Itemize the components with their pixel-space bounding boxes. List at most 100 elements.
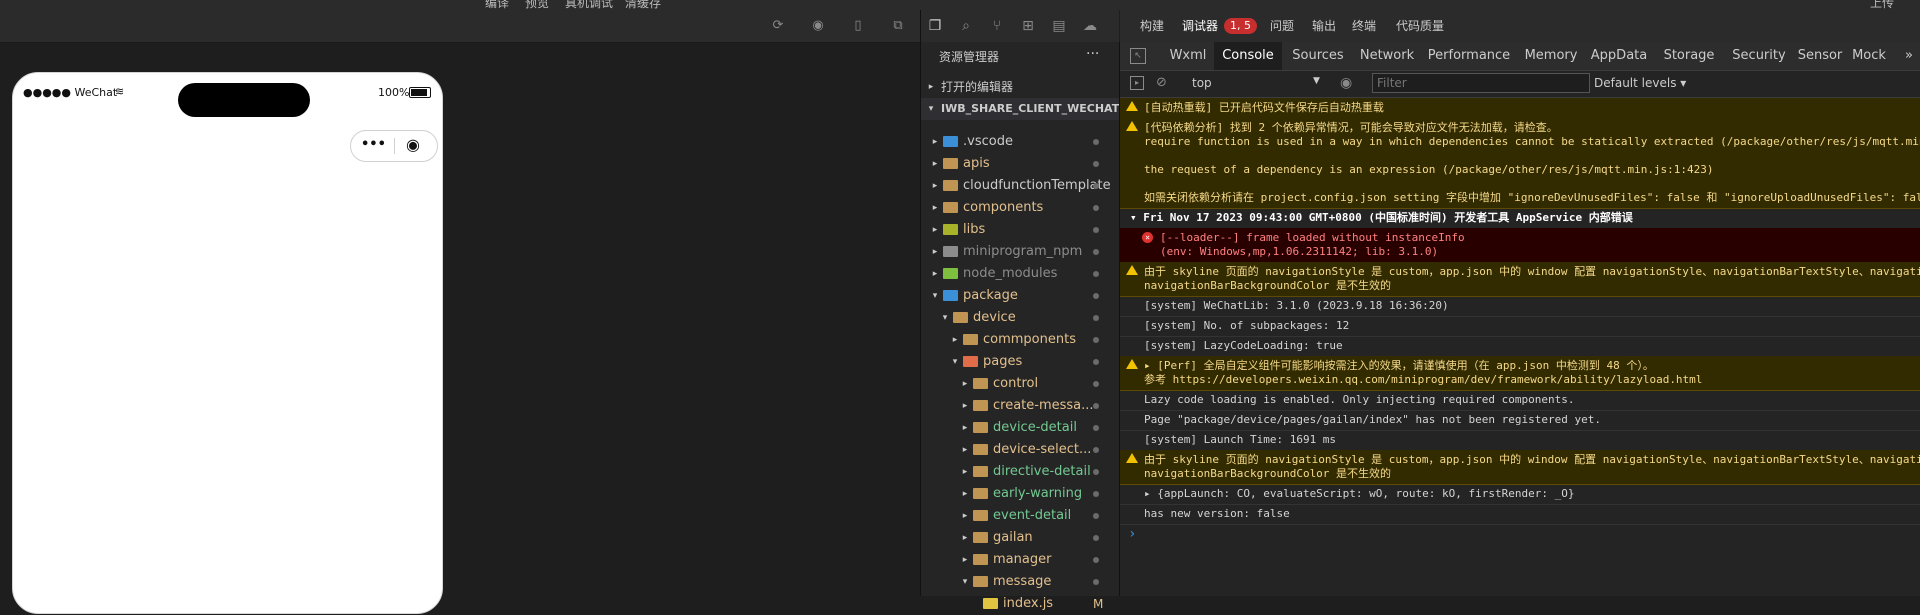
context-dropdown-icon[interactable]: ▼	[1313, 76, 1320, 86]
chevron-right-icon[interactable]: ▸	[959, 461, 971, 483]
open-editors-section[interactable]: ▸ 打开的编辑器	[921, 76, 1119, 98]
inspect-element-icon[interactable]: ↖	[1130, 48, 1146, 64]
refresh-icon[interactable]: ⟳	[770, 18, 786, 34]
tree-item[interactable]: ▸ commponents	[921, 329, 1119, 351]
tab-memory[interactable]: Memory	[1518, 42, 1584, 70]
console-warning: 由于 skyline 页面的 navigationStyle 是 custom，…	[1120, 262, 1920, 297]
tree-item[interactable]: ▸ early-warning	[921, 483, 1119, 505]
close-capsule-icon[interactable]: ◉	[406, 135, 420, 154]
eye-icon[interactable]: ◉	[1340, 75, 1352, 91]
tab-performance[interactable]: Performance	[1420, 42, 1518, 70]
chevron-right-icon[interactable]: ▸	[929, 131, 941, 153]
console-output[interactable]: [自动热重载] 已开启代码文件保存后自动热重载 [代码依赖分析] 找到 2 个依赖…	[1120, 98, 1920, 596]
chevron-right-icon[interactable]: ▸	[949, 329, 961, 351]
tree-item[interactable]: ▸ device-select...	[921, 439, 1119, 461]
log-levels-dropdown[interactable]: Default levels ▾	[1594, 76, 1686, 90]
tree-item[interactable]: ▸ libs	[921, 219, 1119, 241]
cloud-icon[interactable]: ☁	[1082, 18, 1098, 34]
chevron-right-icon[interactable]: ▸	[929, 175, 941, 197]
chevron-down-icon[interactable]: ▾	[939, 307, 951, 329]
code-quality-tab[interactable]: 代码质量	[1396, 10, 1444, 42]
menu-compile[interactable]: 编译	[485, 0, 509, 10]
chevron-right-icon[interactable]: ▸	[959, 439, 971, 461]
tree-item[interactable]: ▸ node_modules	[921, 263, 1119, 285]
devtools-panel-tabs: ↖ Wxml Console Sources Network Performance Me…	[1120, 42, 1920, 71]
tab-mock[interactable]: Mock	[1846, 42, 1892, 70]
tab-console[interactable]: Console	[1214, 42, 1282, 70]
sidebar-toggle-icon[interactable]: ▸	[1130, 76, 1144, 90]
tree-item[interactable]: ▸ gailan	[921, 527, 1119, 549]
output-tab[interactable]: 输出	[1312, 10, 1336, 42]
tab-wxml[interactable]: Wxml	[1162, 42, 1214, 70]
phone-simulator[interactable]: ●●●●● WeChat ≋ 100% ••• ◉	[12, 72, 443, 614]
tree-item[interactable]: ▸ manager	[921, 549, 1119, 571]
folder-icon	[973, 400, 988, 411]
tree-item[interactable]: ▸ miniprogram_npm	[921, 241, 1119, 263]
menu-clear-cache[interactable]: 清缓存	[625, 0, 661, 10]
search-icon[interactable]: ⌕	[958, 18, 974, 34]
extensions-icon[interactable]: ⊞	[1020, 18, 1036, 34]
tree-item[interactable]: index.js M	[921, 593, 1119, 615]
tab-appdata[interactable]: AppData	[1584, 42, 1654, 70]
tree-item[interactable]: ▸ .vscode	[921, 131, 1119, 153]
console-warning: 由于 skyline 页面的 navigationStyle 是 custom，…	[1120, 450, 1920, 485]
tree-item[interactable]: ▸ create-messa...	[921, 395, 1119, 417]
chevron-right-icon[interactable]: ▸	[929, 219, 941, 241]
files-icon[interactable]: ❐	[927, 18, 943, 34]
tab-sources[interactable]: Sources	[1282, 42, 1354, 70]
tree-item[interactable]: ▾ message	[921, 571, 1119, 593]
phone-icon[interactable]: ▯	[850, 18, 866, 34]
chevron-right-icon[interactable]: ▸	[959, 483, 971, 505]
window-icon[interactable]: ⧉	[890, 18, 906, 34]
project-section[interactable]: ▾ IWB_SHARE_CLIENT_WECHAT_A...	[921, 98, 1119, 120]
debugger-tab[interactable]: 调试器	[1182, 10, 1218, 42]
chevron-down-icon[interactable]: ▾	[959, 571, 971, 593]
chevron-down-icon[interactable]: ▾	[949, 351, 961, 373]
tree-item[interactable]: ▾ device	[921, 307, 1119, 329]
terminal-tab[interactable]: 终端	[1352, 10, 1376, 42]
tab-sensor[interactable]: Sensor	[1794, 42, 1846, 70]
tab-security[interactable]: Security	[1724, 42, 1794, 70]
debug-icon[interactable]: ▤	[1051, 18, 1067, 34]
build-tab[interactable]: 构建	[1140, 10, 1164, 42]
chevron-right-icon[interactable]: ▸	[929, 197, 941, 219]
tree-item[interactable]: ▸ apis	[921, 153, 1119, 175]
chevron-right-icon[interactable]: ▸	[959, 395, 971, 417]
chevron-right-icon[interactable]: ▸	[929, 263, 941, 285]
console-prompt[interactable]: ›	[1128, 526, 1136, 542]
clear-console-icon[interactable]: ⊘	[1156, 75, 1167, 90]
console-line: ▾ Fri Nov 17 2023 09:43:00 GMT+0800 (中国标…	[1130, 211, 1633, 224]
chevron-right-icon[interactable]: ▸	[929, 241, 941, 263]
tab-storage[interactable]: Storage	[1654, 42, 1724, 70]
status-dot	[1093, 337, 1099, 343]
tree-item[interactable]: ▸ cloudfunctionTemplate	[921, 175, 1119, 197]
chevron-right-icon[interactable]: ▸	[959, 373, 971, 395]
chevron-right-icon[interactable]: ▸	[959, 505, 971, 527]
stop-icon[interactable]: ◉	[810, 18, 826, 34]
chevron-right-icon[interactable]: ▸	[959, 549, 971, 571]
context-selector[interactable]: top	[1192, 76, 1212, 90]
menu-upload[interactable]: 上传	[1870, 0, 1894, 10]
issues-tab[interactable]: 问题	[1270, 10, 1294, 42]
status-dot	[1093, 227, 1099, 233]
tree-item[interactable]: ▸ components	[921, 197, 1119, 219]
more-icon[interactable]: •••	[361, 137, 386, 152]
console-line: ▸ {appLaunch: CO, evaluateScript: wO, ro…	[1144, 487, 1575, 500]
tree-item[interactable]: ▸ directive-detail	[921, 461, 1119, 483]
menu-remote-debug[interactable]: 真机调试	[565, 0, 613, 10]
chevron-down-icon[interactable]: ▾	[929, 285, 941, 307]
tree-item[interactable]: ▸ event-detail	[921, 505, 1119, 527]
tree-item[interactable]: ▾ package	[921, 285, 1119, 307]
source-control-icon[interactable]: ⑂	[989, 18, 1005, 34]
menu-preview[interactable]: 预览	[525, 0, 549, 10]
chevron-right-icon[interactable]: ▸	[959, 417, 971, 439]
explorer-more-icon[interactable]: ···	[1086, 46, 1099, 62]
chevron-right-icon[interactable]: ▸	[929, 153, 941, 175]
tab-network[interactable]: Network	[1354, 42, 1420, 70]
chevron-right-icon[interactable]: ▸	[959, 527, 971, 549]
more-tabs-icon[interactable]: »	[1902, 42, 1916, 70]
tree-item[interactable]: ▸ control	[921, 373, 1119, 395]
tree-item[interactable]: ▸ device-detail	[921, 417, 1119, 439]
console-filter-input[interactable]	[1372, 73, 1590, 93]
tree-item[interactable]: ▾ pages	[921, 351, 1119, 373]
